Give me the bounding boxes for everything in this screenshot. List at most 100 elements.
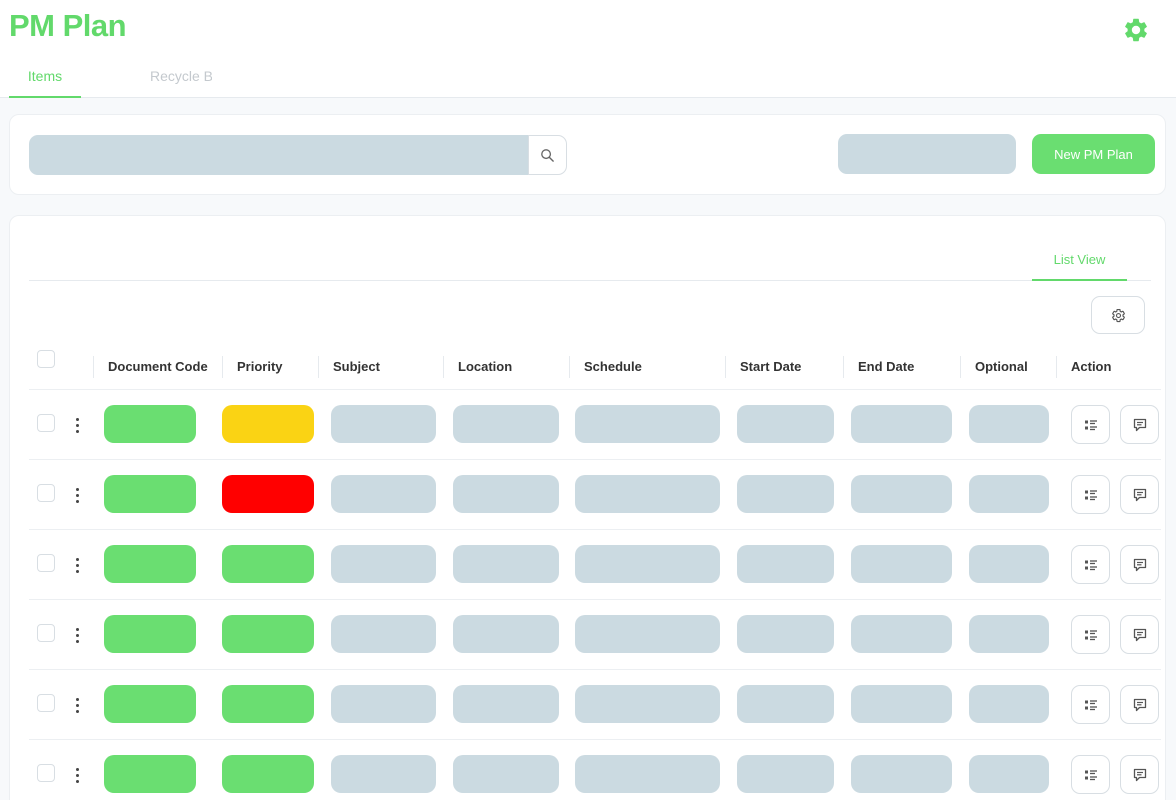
- schedule-cell: [575, 755, 720, 793]
- list-details-icon: [1084, 699, 1097, 710]
- priority-cell: [222, 475, 314, 513]
- row-checkbox[interactable]: [37, 694, 55, 712]
- search-input[interactable]: [29, 135, 529, 175]
- optional-cell: [969, 475, 1049, 513]
- document-code-cell: [104, 685, 196, 723]
- settings-gear-icon[interactable]: [1122, 16, 1150, 44]
- schedule-cell: [575, 405, 720, 443]
- document-code-cell: [104, 755, 196, 793]
- row-details-button[interactable]: [1071, 475, 1110, 514]
- row-details-button[interactable]: [1071, 685, 1110, 724]
- page-header: PM Plan Items Recycle B: [0, 0, 1176, 98]
- subject-cell: [331, 475, 436, 513]
- column-header-action: Action: [1056, 356, 1111, 378]
- row-checkbox[interactable]: [37, 414, 55, 432]
- row-comment-button[interactable]: [1120, 755, 1159, 794]
- table-row[interactable]: [29, 460, 1161, 530]
- optional-cell: [969, 755, 1049, 793]
- view-tabs-divider: [29, 280, 1151, 281]
- tab-items[interactable]: Items: [9, 68, 81, 98]
- column-header-document-code[interactable]: Document Code: [93, 356, 208, 378]
- row-comment-button[interactable]: [1120, 475, 1159, 514]
- start-date-cell: [737, 405, 834, 443]
- row-checkbox[interactable]: [37, 764, 55, 782]
- schedule-cell: [575, 545, 720, 583]
- column-header-priority[interactable]: Priority: [222, 356, 283, 378]
- location-cell: [453, 545, 559, 583]
- row-details-button[interactable]: [1071, 755, 1110, 794]
- row-menu-kebab-icon[interactable]: [69, 552, 85, 578]
- comment-icon: [1133, 768, 1146, 781]
- optional-cell: [969, 545, 1049, 583]
- comment-icon: [1133, 628, 1146, 641]
- row-checkbox[interactable]: [37, 484, 55, 502]
- search-button[interactable]: [528, 135, 567, 175]
- list-details-icon: [1084, 769, 1097, 780]
- new-pm-plan-button[interactable]: New PM Plan: [1032, 134, 1155, 174]
- row-menu-kebab-icon[interactable]: [69, 412, 85, 438]
- end-date-cell: [851, 405, 952, 443]
- row-details-button[interactable]: [1071, 545, 1110, 584]
- location-cell: [453, 755, 559, 793]
- filter-button[interactable]: [838, 134, 1016, 174]
- optional-cell: [969, 615, 1049, 653]
- row-menu-kebab-icon[interactable]: [69, 482, 85, 508]
- priority-cell: [222, 545, 314, 583]
- row-menu-kebab-icon[interactable]: [69, 762, 85, 788]
- list-card: List View Document Code Priority Subject…: [9, 215, 1166, 800]
- page-title: PM Plan: [9, 8, 127, 43]
- column-header-end-date[interactable]: End Date: [843, 356, 914, 378]
- subject-cell: [331, 615, 436, 653]
- start-date-cell: [737, 615, 834, 653]
- table-row[interactable]: [29, 390, 1161, 460]
- schedule-cell: [575, 475, 720, 513]
- location-cell: [453, 615, 559, 653]
- row-comment-button[interactable]: [1120, 685, 1159, 724]
- comment-icon: [1133, 558, 1146, 571]
- row-details-button[interactable]: [1071, 405, 1110, 444]
- priority-cell: [222, 615, 314, 653]
- row-checkbox[interactable]: [37, 624, 55, 642]
- start-date-cell: [737, 685, 834, 723]
- tab-list-view[interactable]: List View: [1032, 252, 1127, 281]
- optional-cell: [969, 405, 1049, 443]
- end-date-cell: [851, 475, 952, 513]
- end-date-cell: [851, 615, 952, 653]
- comment-icon: [1133, 418, 1146, 431]
- location-cell: [453, 475, 559, 513]
- table-header-row: Document Code Priority Subject Location …: [29, 344, 1161, 390]
- column-header-start-date[interactable]: Start Date: [725, 356, 801, 378]
- row-details-button[interactable]: [1071, 615, 1110, 654]
- table-row[interactable]: [29, 670, 1161, 740]
- list-details-icon: [1084, 629, 1097, 640]
- subject-cell: [331, 545, 436, 583]
- table-row[interactable]: [29, 530, 1161, 600]
- document-code-cell: [104, 545, 196, 583]
- row-comment-button[interactable]: [1120, 545, 1159, 584]
- toolbar-card: New PM Plan: [9, 114, 1166, 195]
- table-row[interactable]: [29, 600, 1161, 670]
- end-date-cell: [851, 545, 952, 583]
- row-comment-button[interactable]: [1120, 615, 1159, 654]
- start-date-cell: [737, 755, 834, 793]
- list-details-icon: [1084, 559, 1097, 570]
- row-menu-kebab-icon[interactable]: [69, 692, 85, 718]
- row-comment-button[interactable]: [1120, 405, 1159, 444]
- column-header-optional[interactable]: Optional: [960, 356, 1028, 378]
- document-code-cell: [104, 475, 196, 513]
- select-all-checkbox[interactable]: [37, 350, 55, 368]
- gear-icon: [1111, 308, 1125, 322]
- column-settings-button[interactable]: [1091, 296, 1145, 334]
- table-row[interactable]: [29, 740, 1161, 800]
- row-checkbox[interactable]: [37, 554, 55, 572]
- subject-cell: [331, 405, 436, 443]
- row-menu-kebab-icon[interactable]: [69, 622, 85, 648]
- column-header-location[interactable]: Location: [443, 356, 512, 378]
- priority-cell: [222, 755, 314, 793]
- document-code-cell: [104, 405, 196, 443]
- document-code-cell: [104, 615, 196, 653]
- optional-cell: [969, 685, 1049, 723]
- tab-recycle-bin[interactable]: Recycle B: [150, 68, 212, 98]
- column-header-schedule[interactable]: Schedule: [569, 356, 642, 378]
- column-header-subject[interactable]: Subject: [318, 356, 380, 378]
